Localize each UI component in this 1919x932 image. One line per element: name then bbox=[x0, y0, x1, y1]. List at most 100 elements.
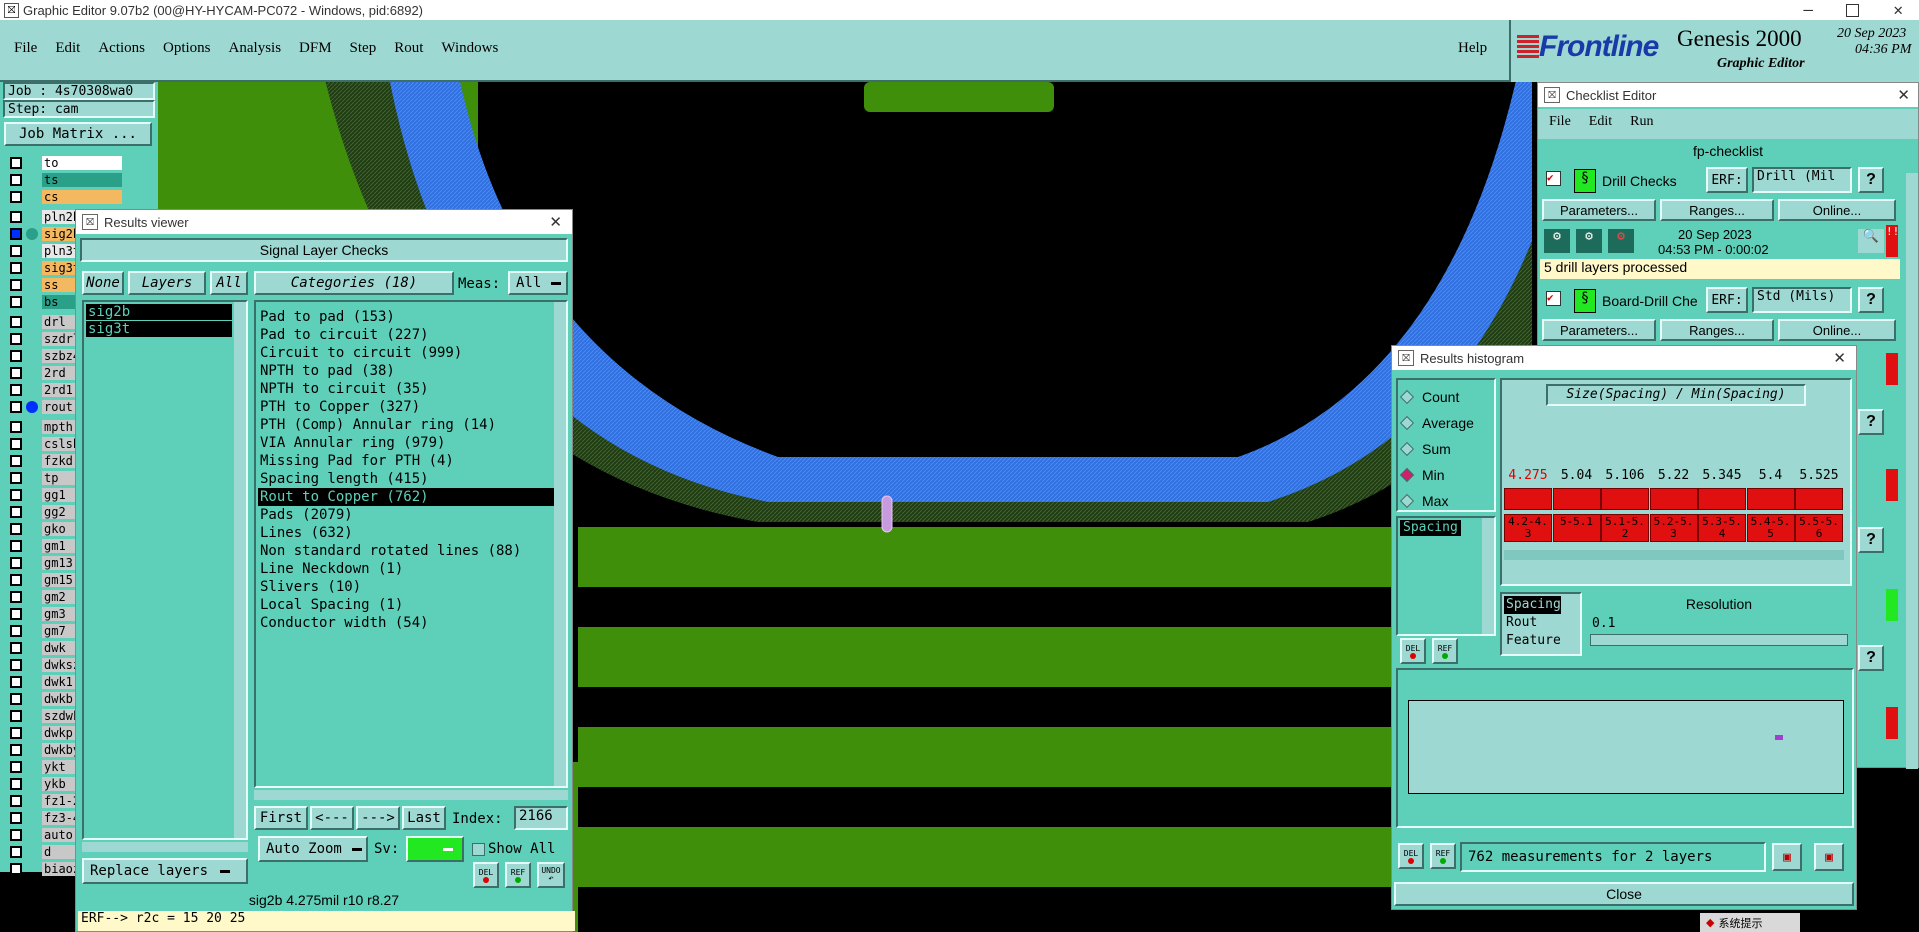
checklist-menu-edit[interactable]: Edit bbox=[1582, 112, 1619, 132]
layers-button[interactable]: Layers bbox=[128, 271, 206, 295]
next-button[interactable]: ---> bbox=[356, 806, 400, 830]
maximize-button[interactable] bbox=[1846, 4, 1859, 17]
attribute-scrollbar[interactable] bbox=[1482, 518, 1494, 634]
mode-option-max[interactable]: Max bbox=[1399, 488, 1474, 514]
layer-list-hscroll[interactable] bbox=[82, 842, 248, 852]
layer-checkbox[interactable] bbox=[10, 401, 22, 413]
histogram-hscroll[interactable] bbox=[1504, 550, 1844, 560]
help-button-3[interactable]: ? bbox=[1858, 409, 1884, 435]
zoom-icon[interactable]: 🔍 bbox=[1858, 229, 1884, 253]
layer-checkbox[interactable] bbox=[10, 316, 22, 328]
histogram-bar[interactable] bbox=[1601, 488, 1649, 510]
layer-checkbox[interactable] bbox=[10, 262, 22, 274]
layer-checkbox[interactable] bbox=[10, 812, 22, 824]
category-item[interactable]: Rout to Copper (762) bbox=[258, 488, 554, 506]
board-drill-parameters-button[interactable]: Parameters... bbox=[1542, 319, 1656, 341]
menu-actions[interactable]: Actions bbox=[98, 40, 145, 57]
layer-checkbox[interactable] bbox=[10, 591, 22, 603]
category-item[interactable]: Circuit to circuit (999) bbox=[258, 344, 554, 362]
drill-online-button[interactable]: Online... bbox=[1778, 199, 1896, 221]
selected-layer-item[interactable]: sig2b bbox=[86, 304, 232, 320]
drill-check-checkbox[interactable]: ✔ bbox=[1546, 171, 1561, 186]
category-item[interactable]: Local Spacing (1) bbox=[258, 596, 554, 614]
layer-checkbox[interactable] bbox=[10, 863, 22, 875]
categories-list[interactable]: Pad to pad (153) Pad to circuit (227) Circ… bbox=[254, 300, 568, 788]
drill-erf-field[interactable]: Drill (Mil bbox=[1752, 167, 1852, 193]
layer-checkbox[interactable] bbox=[10, 350, 22, 362]
layer-checkbox[interactable] bbox=[10, 608, 22, 620]
mode-option-count[interactable]: Count bbox=[1399, 384, 1474, 410]
minimize-button[interactable]: — bbox=[1803, 0, 1813, 19]
checklist-close-button[interactable]: ✕ bbox=[1897, 86, 1910, 104]
category-item[interactable]: Missing Pad for PTH (4) bbox=[258, 452, 554, 470]
last-button[interactable]: Last bbox=[402, 806, 446, 830]
board-drill-erf-button[interactable]: ERF: bbox=[1706, 287, 1748, 313]
layer-checkbox[interactable] bbox=[10, 676, 22, 688]
attribute-list[interactable]: Spacing bbox=[1396, 516, 1496, 636]
layer-checkbox[interactable] bbox=[10, 438, 22, 450]
layer-select-list[interactable]: sig2b sig3t bbox=[82, 300, 248, 840]
categories-hscroll[interactable] bbox=[254, 790, 568, 800]
layer-checkbox[interactable] bbox=[10, 384, 22, 396]
layer-checkbox[interactable] bbox=[10, 846, 22, 858]
category-item[interactable]: PTH (Comp) Annular ring (14) bbox=[258, 416, 554, 434]
mode-option-min[interactable]: Min bbox=[1399, 462, 1474, 488]
attribute-item[interactable]: Spacing bbox=[1400, 520, 1461, 536]
layer-checkbox[interactable] bbox=[10, 557, 22, 569]
board-drill-erf-field[interactable]: Std (Mils) bbox=[1752, 287, 1852, 313]
sort-item[interactable]: Spacing bbox=[1504, 596, 1561, 614]
category-item[interactable]: VIA Annular ring (979) bbox=[258, 434, 554, 452]
auto-zoom-dropdown[interactable]: Auto Zoom bbox=[258, 836, 368, 862]
show-all-checkbox[interactable] bbox=[472, 843, 485, 856]
resolution-slider[interactable] bbox=[1590, 634, 1848, 646]
layer-checkbox[interactable] bbox=[10, 540, 22, 552]
histogram-bar[interactable] bbox=[1504, 488, 1552, 510]
histogram-bar[interactable] bbox=[1795, 488, 1843, 510]
layer-checkbox[interactable] bbox=[10, 744, 22, 756]
category-item[interactable]: Slivers (10) bbox=[258, 578, 554, 596]
mode-option-average[interactable]: Average bbox=[1399, 410, 1474, 436]
board-drill-checkbox[interactable]: ✔ bbox=[1546, 291, 1561, 306]
layer-checkbox[interactable] bbox=[10, 279, 22, 291]
drill-parameters-button[interactable]: Parameters... bbox=[1542, 199, 1656, 221]
histogram-bar[interactable] bbox=[1552, 488, 1601, 510]
layer-checkbox[interactable] bbox=[10, 157, 22, 169]
index-input[interactable]: 2166 bbox=[514, 806, 568, 830]
checklist-menu-file[interactable]: File bbox=[1542, 112, 1578, 132]
hist-ref-button[interactable]: REF bbox=[1432, 638, 1458, 664]
checklist-scrollbar[interactable] bbox=[1906, 173, 1918, 769]
none-layers-button[interactable]: None bbox=[82, 271, 124, 295]
job-matrix-button[interactable]: Job Matrix ... bbox=[4, 122, 152, 146]
undo-button[interactable]: UNDO ↶ bbox=[537, 862, 565, 888]
layer-checkbox[interactable] bbox=[10, 829, 22, 841]
ref-button[interactable]: REF bbox=[505, 862, 531, 888]
category-item[interactable]: Spacing length (415) bbox=[258, 470, 554, 488]
first-button[interactable]: First bbox=[254, 806, 308, 830]
layer-checkbox[interactable] bbox=[10, 211, 22, 223]
category-item[interactable]: NPTH to pad (38) bbox=[258, 362, 554, 380]
layer-checkbox[interactable] bbox=[10, 191, 22, 203]
layer-checkbox[interactable] bbox=[10, 659, 22, 671]
drill-help-button[interactable]: ? bbox=[1858, 167, 1884, 193]
board-drill-online-button[interactable]: Online... bbox=[1778, 319, 1896, 341]
histogram-bar[interactable] bbox=[1746, 488, 1795, 510]
menu-options[interactable]: Options bbox=[163, 40, 211, 57]
layer-checkbox[interactable] bbox=[10, 489, 22, 501]
layer-checkbox[interactable] bbox=[10, 296, 22, 308]
histogram-close-button[interactable]: ✕ bbox=[1833, 349, 1846, 367]
replace-layers-dropdown[interactable]: Replace layers bbox=[82, 858, 248, 884]
histogram-bar[interactable] bbox=[1698, 488, 1746, 510]
board-drill-ranges-button[interactable]: Ranges... bbox=[1660, 319, 1774, 341]
sort-item[interactable]: Rout bbox=[1504, 614, 1561, 632]
menu-rout[interactable]: Rout bbox=[394, 40, 423, 57]
layer-checkbox[interactable] bbox=[10, 625, 22, 637]
drill-erf-button[interactable]: ERF: bbox=[1706, 167, 1748, 193]
board-drill-help-button[interactable]: ? bbox=[1858, 287, 1884, 313]
layer-checkbox[interactable] bbox=[10, 228, 22, 240]
menu-analysis[interactable]: Analysis bbox=[229, 40, 282, 57]
layer-checkbox[interactable] bbox=[10, 333, 22, 345]
all-layers-button[interactable]: All bbox=[210, 271, 248, 295]
layer-checkbox[interactable] bbox=[10, 367, 22, 379]
menu-step[interactable]: Step bbox=[350, 40, 377, 57]
sort-item[interactable]: Feature bbox=[1504, 632, 1561, 650]
